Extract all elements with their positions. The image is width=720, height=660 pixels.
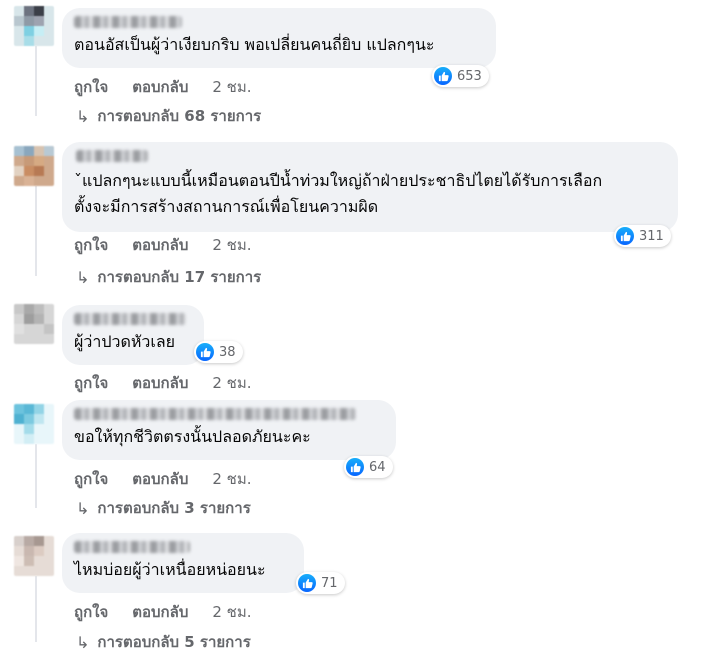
reply-button[interactable]: ตอบกลับ bbox=[132, 233, 188, 257]
reaction-count[interactable]: 71 bbox=[296, 572, 345, 594]
reply-arrow-icon: ↳ bbox=[76, 267, 90, 287]
author-name[interactable] bbox=[74, 541, 190, 553]
comment-text: ผู้ว่าปวดหัวเลย bbox=[74, 332, 176, 351]
comment-text: ขอให้ทุกชีวิตตรงนั้นปลอดภัยนะคะ bbox=[74, 427, 311, 446]
replies-label: การตอบกลับ 17 รายการ bbox=[97, 268, 262, 286]
author-name[interactable] bbox=[74, 408, 356, 420]
replies-label: การตอบกลับ 68 รายการ bbox=[97, 107, 262, 125]
like-count: 38 bbox=[219, 344, 236, 360]
reply-arrow-icon: ↳ bbox=[76, 632, 90, 652]
reply-button[interactable]: ตอบกลับ bbox=[132, 600, 188, 624]
comment-bubble: ผู้ว่าปวดหัวเลย bbox=[62, 305, 204, 365]
like-button[interactable]: ถูกใจ bbox=[74, 371, 108, 395]
comment-actions: ถูกใจ ตอบกลับ 2 ชม. bbox=[74, 235, 252, 255]
replies-label: การตอบกลับ 5 รายการ bbox=[97, 633, 251, 651]
comment-actions: ถูกใจ ตอบกลับ 2 ชม. bbox=[74, 469, 252, 489]
comment-actions: ถูกใจ ตอบกลับ 2 ชม. bbox=[74, 77, 252, 97]
comment-actions: ถูกใจ ตอบกลับ 2 ชม. bbox=[74, 602, 252, 622]
comment-bubble: ตอนอัสเป็นผู้ว่าเงียบกริบ พอเปลี่ยนคนถี่… bbox=[62, 8, 496, 68]
reaction-count[interactable]: 38 bbox=[194, 341, 243, 363]
avatar[interactable] bbox=[14, 304, 54, 344]
like-button[interactable]: ถูกใจ bbox=[74, 75, 108, 99]
like-count: 71 bbox=[321, 575, 338, 591]
view-replies-link[interactable]: ↳ การตอบกลับ 17 รายการ bbox=[76, 267, 261, 287]
author-name[interactable] bbox=[74, 16, 182, 28]
timestamp[interactable]: 2 ชม. bbox=[212, 467, 251, 491]
reaction-count[interactable]: 653 bbox=[432, 65, 489, 87]
avatar[interactable] bbox=[14, 6, 54, 46]
thread-line bbox=[35, 444, 37, 508]
view-replies-link[interactable]: ↳ การตอบกลับ 3 รายการ bbox=[76, 498, 251, 518]
thumbs-up-icon bbox=[196, 343, 214, 361]
like-button[interactable]: ถูกใจ bbox=[74, 600, 108, 624]
timestamp[interactable]: 2 ชม. bbox=[212, 75, 251, 99]
comment-actions: ถูกใจ ตอบกลับ 2 ชม. bbox=[74, 373, 252, 393]
reply-button[interactable]: ตอบกลับ bbox=[132, 371, 188, 395]
reaction-count[interactable]: 311 bbox=[614, 225, 671, 247]
thumbs-up-icon bbox=[298, 574, 316, 592]
thread-line bbox=[35, 576, 37, 642]
reply-button[interactable]: ตอบกลับ bbox=[132, 75, 188, 99]
like-button[interactable]: ถูกใจ bbox=[74, 233, 108, 257]
like-count: 311 bbox=[639, 228, 664, 244]
like-count: 653 bbox=[457, 68, 482, 84]
thumbs-up-icon bbox=[616, 227, 634, 245]
replies-label: การตอบกลับ 3 รายการ bbox=[97, 499, 251, 517]
like-count: 64 bbox=[369, 459, 386, 475]
comment-text: ตอนอัสเป็นผู้ว่าเงียบกริบ พอเปลี่ยนคนถี่… bbox=[74, 35, 435, 54]
avatar[interactable] bbox=[14, 146, 54, 186]
timestamp[interactable]: 2 ชม. bbox=[212, 371, 251, 395]
comment-bubble: ˇแปลกๆนะแบบนี้เหมือนตอนปีน้ำท่วมใหญ่ถ้าฝ… bbox=[62, 142, 678, 232]
thread-line bbox=[35, 46, 37, 116]
thumbs-up-icon bbox=[346, 458, 364, 476]
view-replies-link[interactable]: ↳ การตอบกลับ 68 รายการ bbox=[76, 106, 261, 126]
view-replies-link[interactable]: ↳ การตอบกลับ 5 รายการ bbox=[76, 632, 251, 652]
reaction-count[interactable]: 64 bbox=[344, 456, 393, 478]
reply-button[interactable]: ตอบกลับ bbox=[132, 467, 188, 491]
comment-text: ตั้งจะมีการสร้างสถานการณ์เพื่อโยนความผิด bbox=[74, 197, 379, 216]
thread-line bbox=[35, 186, 37, 276]
thumbs-up-icon bbox=[434, 67, 452, 85]
avatar[interactable] bbox=[14, 404, 54, 444]
comment-bubble: ไหมบ่อยผู้ว่าเหนื่อยหน่อยนะ bbox=[62, 533, 304, 593]
comment-bubble: ขอให้ทุกชีวิตตรงนั้นปลอดภัยนะคะ bbox=[62, 400, 396, 460]
author-name[interactable] bbox=[76, 150, 148, 162]
timestamp[interactable]: 2 ชม. bbox=[212, 600, 251, 624]
comment-text: ไหมบ่อยผู้ว่าเหนื่อยหน่อยนะ bbox=[74, 560, 266, 579]
author-name[interactable] bbox=[74, 313, 186, 325]
like-button[interactable]: ถูกใจ bbox=[74, 467, 108, 491]
timestamp[interactable]: 2 ชม. bbox=[212, 233, 251, 257]
reply-arrow-icon: ↳ bbox=[76, 498, 90, 518]
reply-arrow-icon: ↳ bbox=[76, 106, 90, 126]
avatar[interactable] bbox=[14, 536, 54, 576]
comment-text: ˇแปลกๆนะแบบนี้เหมือนตอนปีน้ำท่วมใหญ่ถ้าฝ… bbox=[74, 171, 603, 190]
